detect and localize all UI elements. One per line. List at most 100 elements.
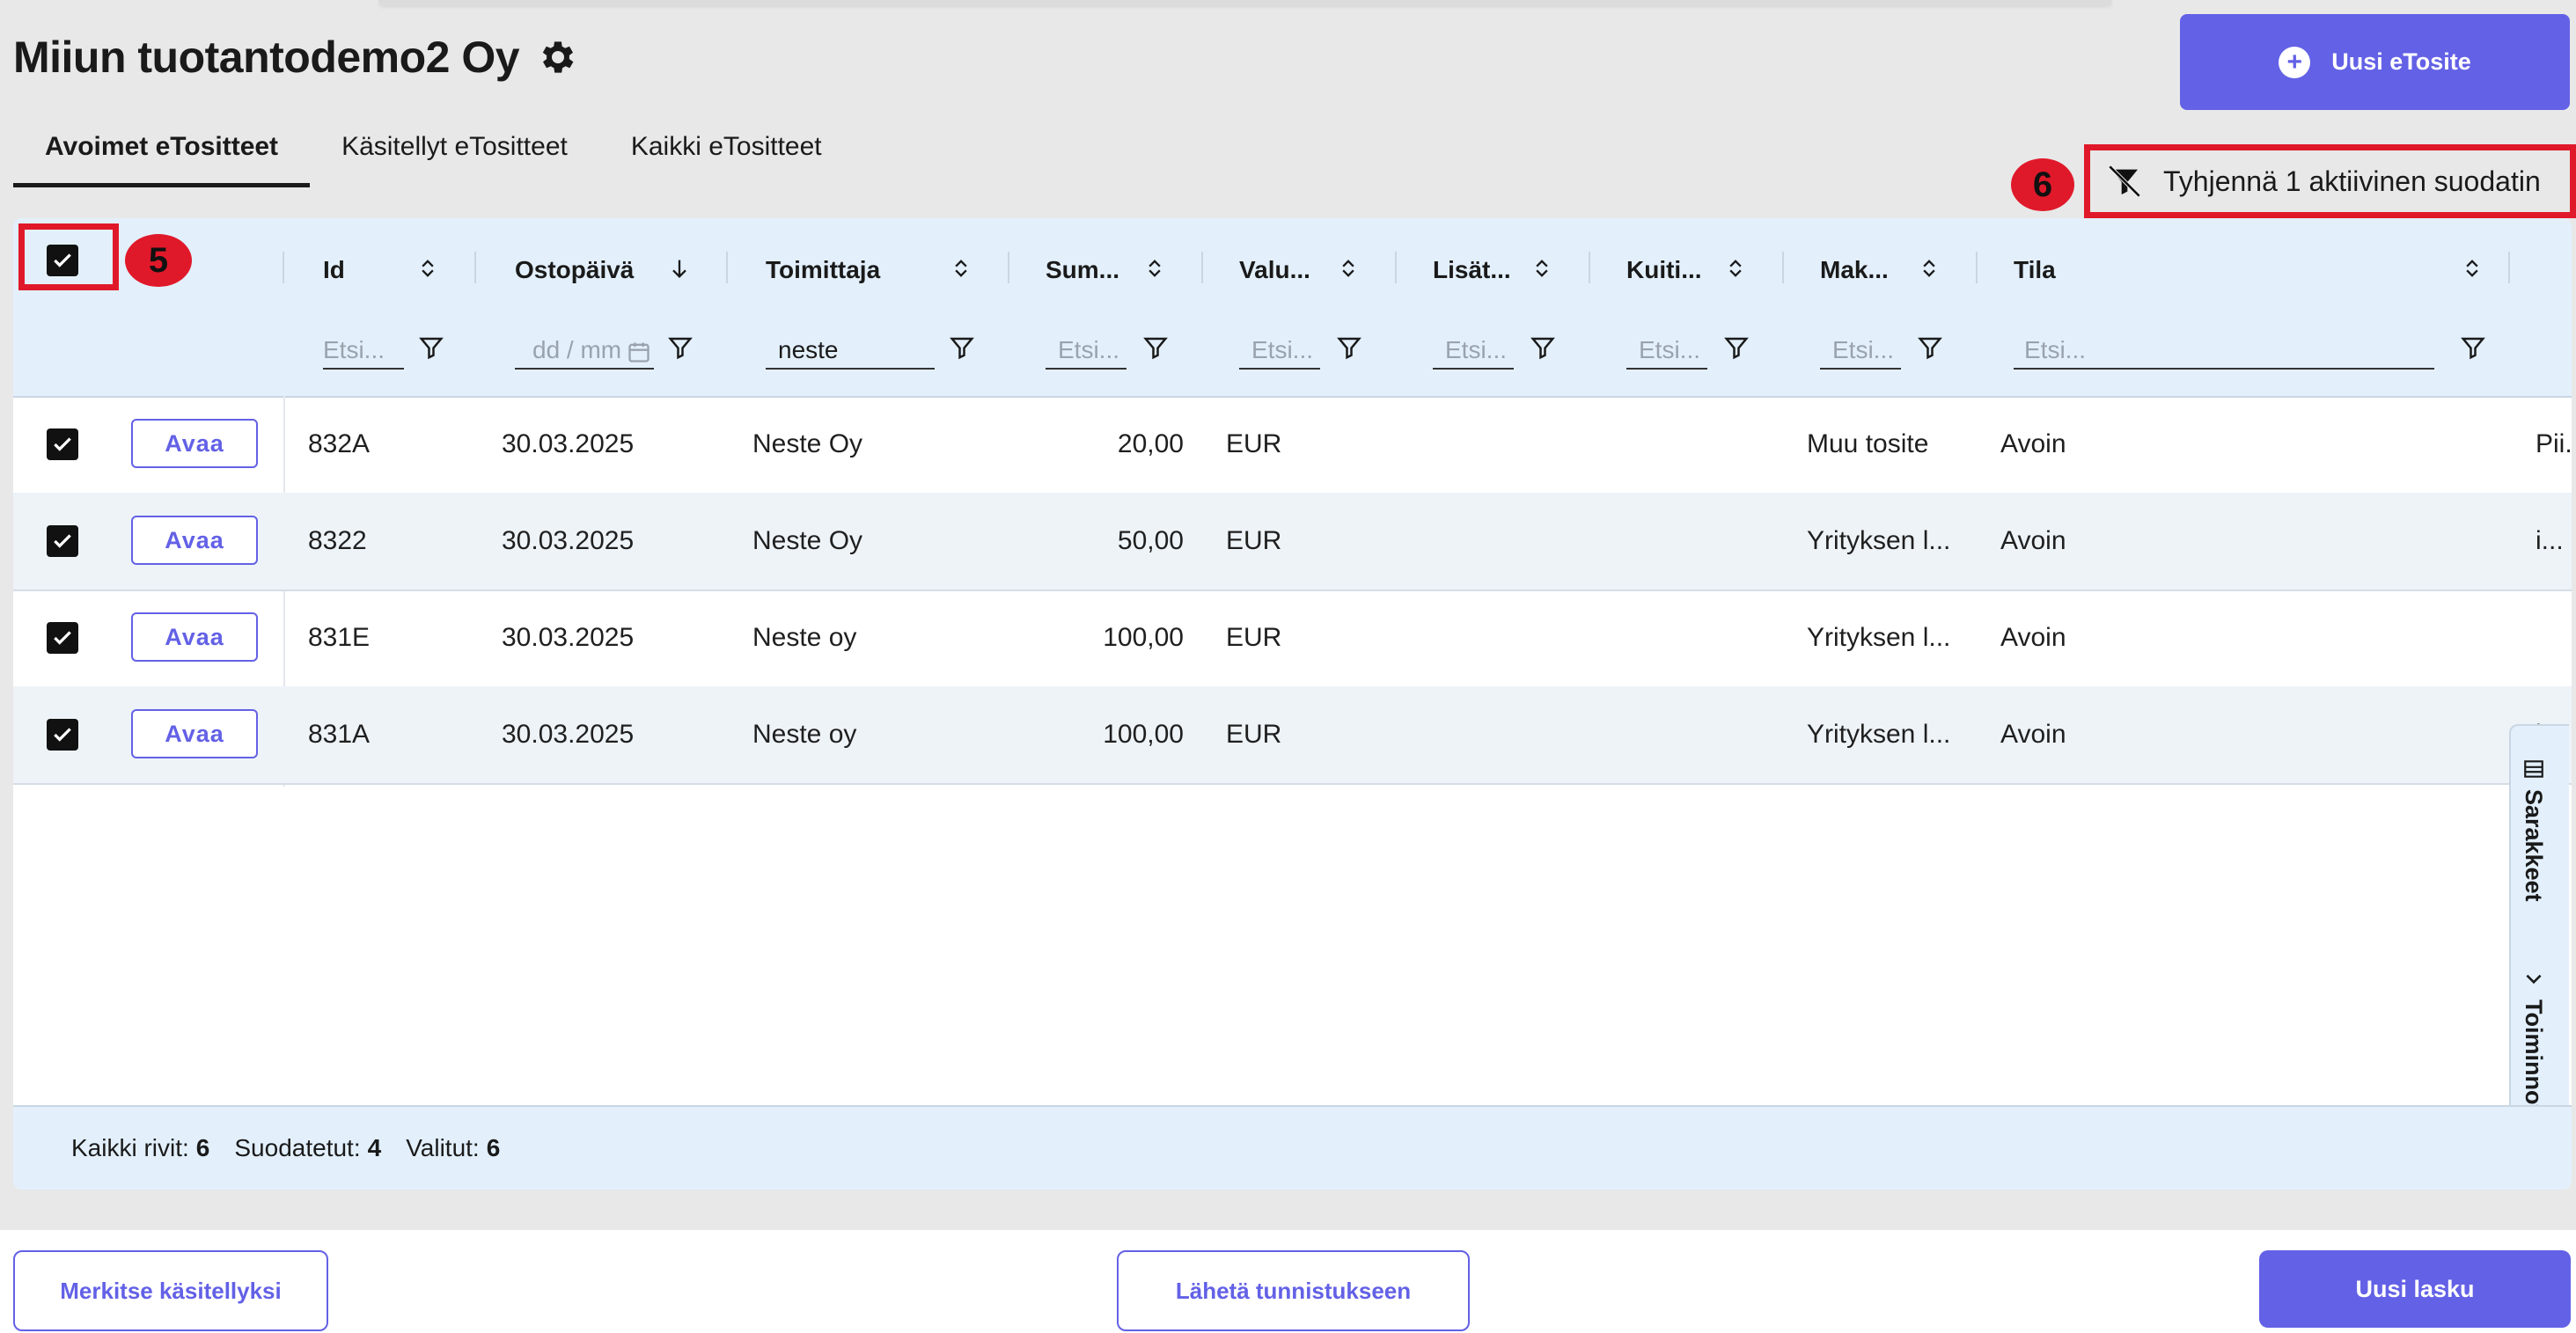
- cell-supplier: Neste oy: [752, 720, 857, 749]
- column-separator: [283, 252, 284, 283]
- filter-icon[interactable]: [1530, 334, 1556, 361]
- check-icon: [54, 437, 71, 451]
- row-checkbox[interactable]: [47, 428, 78, 460]
- open-button[interactable]: Avaa: [131, 612, 258, 662]
- cell-currency: EUR: [1226, 623, 1282, 652]
- tab-processed[interactable]: Käsitellyt eTositteet: [310, 123, 599, 187]
- column-header-sum[interactable]: Sum...: [1046, 248, 1119, 292]
- column-header-receipt[interactable]: Kuiti...: [1626, 248, 1702, 292]
- column-header-currency[interactable]: Valu...: [1239, 248, 1310, 292]
- plus-circle-icon: +: [2279, 46, 2311, 78]
- cell-more: i...: [2536, 526, 2564, 555]
- sort-icon[interactable]: [1336, 253, 1361, 283]
- cell-id: 831E: [308, 623, 371, 652]
- grid-status-bar: Kaikki rivit: 6 Suodatetut: 4 Valitut: 6: [13, 1105, 2572, 1190]
- column-header-payment[interactable]: Mak...: [1820, 248, 1889, 292]
- column-separator: [1589, 252, 1590, 283]
- filter-status-input[interactable]: Etsi...: [2014, 326, 2434, 370]
- etosite-grid: Id Ostopäivä Toimittaja Sum... Valu... L…: [13, 218, 2572, 1190]
- column-header-date[interactable]: Ostopäivä: [515, 248, 634, 292]
- mark-processed-button[interactable]: Merkitse käsitellyksi: [13, 1250, 328, 1331]
- row-checkbox[interactable]: [47, 622, 78, 654]
- filter-icon[interactable]: [1723, 334, 1750, 361]
- filter-icon[interactable]: [2460, 334, 2486, 361]
- sort-icon[interactable]: [1917, 253, 1941, 283]
- cell-sum: 50,00: [1117, 526, 1184, 555]
- open-button[interactable]: Avaa: [131, 709, 258, 758]
- sort-descending-icon[interactable]: [667, 253, 692, 283]
- table-row[interactable]: Avaa 8322 30.03.2025 Neste Oy 50,00 EUR …: [13, 493, 2572, 591]
- top-bar-edge: [378, 0, 2112, 5]
- filter-currency-input[interactable]: Etsi...: [1239, 326, 1320, 370]
- sort-icon[interactable]: [2460, 253, 2484, 283]
- filter-icon[interactable]: [1336, 334, 1362, 361]
- cell-sum: 20,00: [1117, 429, 1184, 458]
- filter-icon[interactable]: [667, 334, 694, 361]
- bottom-action-bar: Merkitse käsitellyksi Lähetä tunnistukse…: [0, 1230, 2576, 1333]
- new-etosite-button[interactable]: + Uusi eTosite: [2180, 14, 2570, 110]
- new-etosite-label: Uusi eTosite: [2331, 48, 2471, 75]
- filter-payment-input[interactable]: Etsi...: [1820, 326, 1901, 370]
- cell-date: 30.03.2025: [502, 720, 635, 749]
- filter-icon[interactable]: [1142, 334, 1169, 361]
- gear-icon[interactable]: [537, 36, 579, 78]
- cell-id: 8322: [308, 526, 367, 555]
- annotation-marker-6: 6: [2011, 158, 2074, 211]
- tab-bar: Avoimet eTositteet Käsitellyt eTositteet…: [13, 123, 854, 187]
- filter-date-placeholder: dd / mm: [532, 336, 622, 363]
- filter-id-input[interactable]: Etsi...: [323, 326, 404, 370]
- send-recognition-button[interactable]: Lähetä tunnistukseen: [1117, 1250, 1470, 1331]
- column-header-extra[interactable]: Lisät...: [1433, 248, 1511, 292]
- column-header-status[interactable]: Tila: [2014, 248, 2056, 292]
- column-separator: [1201, 252, 1203, 283]
- all-rows-count: 6: [195, 1134, 210, 1161]
- sort-icon[interactable]: [1530, 253, 1554, 283]
- cell-supplier: Neste Oy: [752, 526, 863, 555]
- columns-panel-toggle[interactable]: Sarakkeet: [2520, 758, 2547, 902]
- filter-extra-input[interactable]: Etsi...: [1433, 326, 1514, 370]
- sort-icon[interactable]: [1142, 253, 1167, 283]
- clear-filters-button[interactable]: Tyhjennä 1 aktiivinen suodatin: [2084, 144, 2576, 218]
- cell-currency: EUR: [1226, 526, 1282, 555]
- cell-more: Pii...: [2536, 429, 2572, 458]
- actions-panel-toggle[interactable]: Toiminnot: [2520, 968, 2547, 1112]
- cell-currency: EUR: [1226, 720, 1282, 749]
- selected-count: 6: [486, 1134, 501, 1161]
- open-button[interactable]: Avaa: [131, 516, 258, 565]
- tab-open[interactable]: Avoimet eTositteet: [13, 123, 311, 187]
- filter-icon[interactable]: [418, 334, 444, 361]
- column-header-id[interactable]: Id: [323, 248, 345, 292]
- column-separator: [1008, 252, 1009, 283]
- selected-label: Valitut:: [406, 1134, 480, 1161]
- row-checkbox[interactable]: [47, 719, 78, 751]
- calendar-icon[interactable]: [627, 340, 651, 364]
- tab-all[interactable]: Kaikki eTositteet: [599, 123, 854, 187]
- filtered-label: Suodatetut:: [234, 1134, 361, 1161]
- filter-supplier-input[interactable]: neste: [766, 326, 935, 370]
- sort-icon[interactable]: [415, 253, 440, 283]
- filter-icon[interactable]: [1917, 334, 1943, 361]
- filter-sum-input[interactable]: Etsi...: [1046, 326, 1127, 370]
- new-invoice-button[interactable]: Uusi lasku: [2259, 1250, 2571, 1328]
- actions-panel-label: Toiminnot: [2521, 1000, 2547, 1113]
- row-checkbox[interactable]: [47, 525, 78, 557]
- column-separator: [1782, 252, 1784, 283]
- filter-date-input[interactable]: dd / mm: [515, 326, 654, 370]
- column-separator: [474, 252, 476, 283]
- sort-icon[interactable]: [949, 253, 973, 283]
- filter-receipt-input[interactable]: Etsi...: [1626, 326, 1707, 370]
- check-icon: [54, 534, 71, 548]
- column-separator: [1976, 252, 1978, 283]
- check-icon: [54, 631, 71, 645]
- open-button[interactable]: Avaa: [131, 419, 258, 468]
- column-header-supplier[interactable]: Toimittaja: [766, 248, 880, 292]
- filter-icon[interactable]: [949, 334, 975, 361]
- sort-icon[interactable]: [1723, 253, 1748, 283]
- grid-header: Id Ostopäivä Toimittaja Sum... Valu... L…: [13, 218, 2572, 398]
- table-row[interactable]: Avaa 831E 30.03.2025 Neste oy 100,00 EUR…: [13, 590, 2572, 688]
- table-row[interactable]: Avaa 831A 30.03.2025 Neste oy 100,00 EUR…: [13, 686, 2572, 785]
- cell-payment: Yrityksen l...: [1807, 720, 1951, 749]
- all-rows-label: Kaikki rivit:: [71, 1134, 189, 1161]
- cell-currency: EUR: [1226, 429, 1282, 458]
- table-row[interactable]: Avaa 832A 30.03.2025 Neste Oy 20,00 EUR …: [13, 396, 2572, 494]
